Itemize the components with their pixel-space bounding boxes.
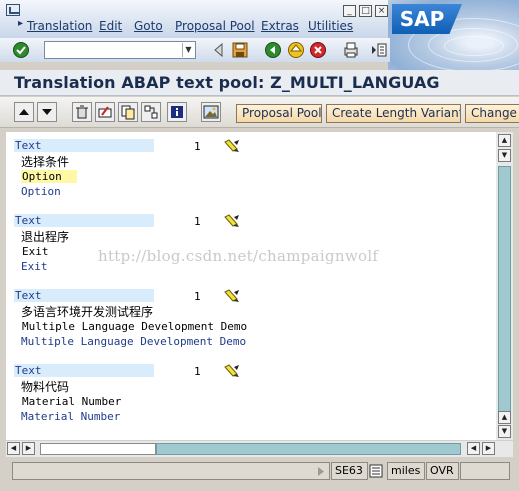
find-icon[interactable] — [370, 41, 388, 59]
scroll-down-arrow-icon[interactable]: ▼ — [498, 425, 511, 438]
horizontal-scrollbar[interactable]: ◀ ▶ ◀ ▶ — [6, 441, 513, 457]
info-button[interactable] — [167, 102, 187, 122]
expand-status-icon[interactable] — [316, 466, 326, 477]
pencil-icon[interactable] — [224, 364, 240, 378]
pencil-icon[interactable] — [224, 289, 240, 303]
enter-icon[interactable] — [12, 41, 30, 59]
insert-mode[interactable]: OVR — [426, 462, 459, 480]
source-text: 物料代码 — [21, 380, 70, 394]
copy-icon — [121, 105, 135, 120]
print-icon[interactable] — [342, 41, 360, 59]
copy-button[interactable] — [118, 102, 138, 122]
application-toolbar: Proposal Pool Create Length Variant Chan… — [0, 97, 519, 128]
original-value[interactable]: Option — [21, 170, 77, 183]
edit-icon — [98, 106, 112, 118]
pencil-icon[interactable] — [224, 139, 240, 153]
layout-button[interactable] — [141, 102, 161, 122]
entry-count: 1 — [194, 215, 201, 228]
translation-value[interactable]: Exit — [21, 260, 48, 273]
trash-icon — [76, 105, 88, 119]
create-length-variant-button[interactable]: Create Length Variant — [326, 104, 461, 123]
source-text: 多语言环境开发测试程序 — [21, 305, 154, 319]
command-input[interactable] — [45, 42, 181, 58]
restore-button[interactable]: □ — [359, 5, 372, 17]
menu-proposal-pool[interactable]: Proposal Pool — [175, 19, 255, 33]
title-bar: Translation ABAP text pool: Z_MULTI_LANG… — [0, 70, 519, 96]
exit-icon[interactable] — [287, 41, 305, 59]
edit-button[interactable] — [95, 102, 115, 122]
pencil-icon[interactable] — [224, 214, 240, 228]
entry-count: 1 — [194, 365, 201, 378]
back-icon[interactable] — [264, 41, 282, 59]
source-text: 选择条件 — [21, 155, 70, 169]
session-list-icon[interactable] — [369, 464, 383, 478]
cancel-icon[interactable] — [309, 41, 327, 59]
menu-edit[interactable]: Edit — [99, 19, 122, 33]
picture-button[interactable] — [201, 102, 221, 122]
watermark-text: http://blog.csdn.net/champaignwolf — [98, 247, 379, 265]
scroll-left-arrow-icon[interactable]: ◀ — [7, 442, 20, 455]
system-menu-icon[interactable] — [6, 4, 20, 16]
entry-type-label: Text — [14, 214, 154, 227]
entry-type-label: Text — [14, 139, 154, 152]
change-button[interactable]: Change — [465, 104, 519, 123]
page-up-arrow-icon[interactable]: ▼ — [498, 149, 511, 162]
menu-goto[interactable]: Goto — [134, 19, 163, 33]
minimize-button[interactable]: _ — [343, 5, 356, 17]
page-down-arrow-icon[interactable]: ▲ — [498, 411, 511, 424]
horizontal-scroll-thumb[interactable] — [40, 443, 156, 455]
save-icon[interactable] — [231, 41, 249, 59]
scroll-up-button[interactable] — [14, 102, 34, 122]
entry-count: 1 — [194, 290, 201, 303]
translation-value[interactable]: Option — [21, 185, 61, 198]
back-arrow-icon[interactable] — [210, 41, 228, 59]
original-value[interactable]: Exit — [21, 245, 77, 258]
proposal-pool-button[interactable]: Proposal Pool — [236, 104, 322, 123]
text-pool-list: Text 1 选择条件 Option Option Text 1 退出程序 Ex… — [6, 132, 496, 440]
scroll-right-arrow-icon[interactable]: ▶ — [482, 442, 495, 455]
vertical-scroll-thumb[interactable] — [498, 166, 511, 414]
entry-type-label: Text — [14, 364, 154, 377]
history-dropdown-icon[interactable]: ▼ — [182, 43, 194, 57]
status-bar: SE63 miles OVR — [0, 459, 519, 491]
menu-translation[interactable]: Translation — [18, 18, 92, 33]
source-text: 退出程序 — [21, 230, 70, 244]
close-button[interactable]: × — [375, 5, 388, 17]
transaction-code: SE63 — [331, 462, 368, 480]
original-value[interactable]: Multiple Language Development Demo — [21, 320, 483, 333]
entry-count: 1 — [194, 140, 201, 153]
entry-type-label: Text — [14, 289, 154, 302]
triangle-down-icon — [42, 109, 52, 115]
status-message-area — [12, 462, 330, 480]
page-right-arrow-icon[interactable]: ▶ — [22, 442, 35, 455]
triangle-up-icon — [19, 109, 29, 115]
delete-button[interactable] — [72, 102, 92, 122]
grid-icon — [144, 105, 158, 119]
menu-utilities[interactable]: Utilities — [308, 19, 353, 33]
translation-value[interactable]: Material Number — [21, 410, 120, 423]
page-left-arrow-icon[interactable]: ◀ — [467, 442, 480, 455]
menu-extras[interactable]: Extras — [261, 19, 299, 33]
command-field[interactable]: ▼ — [44, 41, 196, 59]
mountain-picture-icon — [203, 105, 219, 119]
horizontal-scroll-track[interactable] — [156, 443, 461, 455]
translation-value[interactable]: Multiple Language Development Demo — [21, 335, 246, 348]
info-icon — [171, 106, 183, 118]
page-title: Translation ABAP text pool: Z_MULTI_LANG… — [14, 73, 440, 92]
scroll-up-arrow-icon[interactable]: ▲ — [498, 134, 511, 147]
vertical-scrollbar[interactable]: ▲ ▼ ▲ ▼ — [496, 132, 513, 440]
scroll-down-button[interactable] — [37, 102, 57, 122]
standard-toolbar: ▼ — [0, 38, 390, 62]
original-value[interactable]: Material Number — [21, 395, 231, 408]
status-empty-cell — [460, 462, 510, 480]
server-name: miles — [387, 462, 425, 480]
